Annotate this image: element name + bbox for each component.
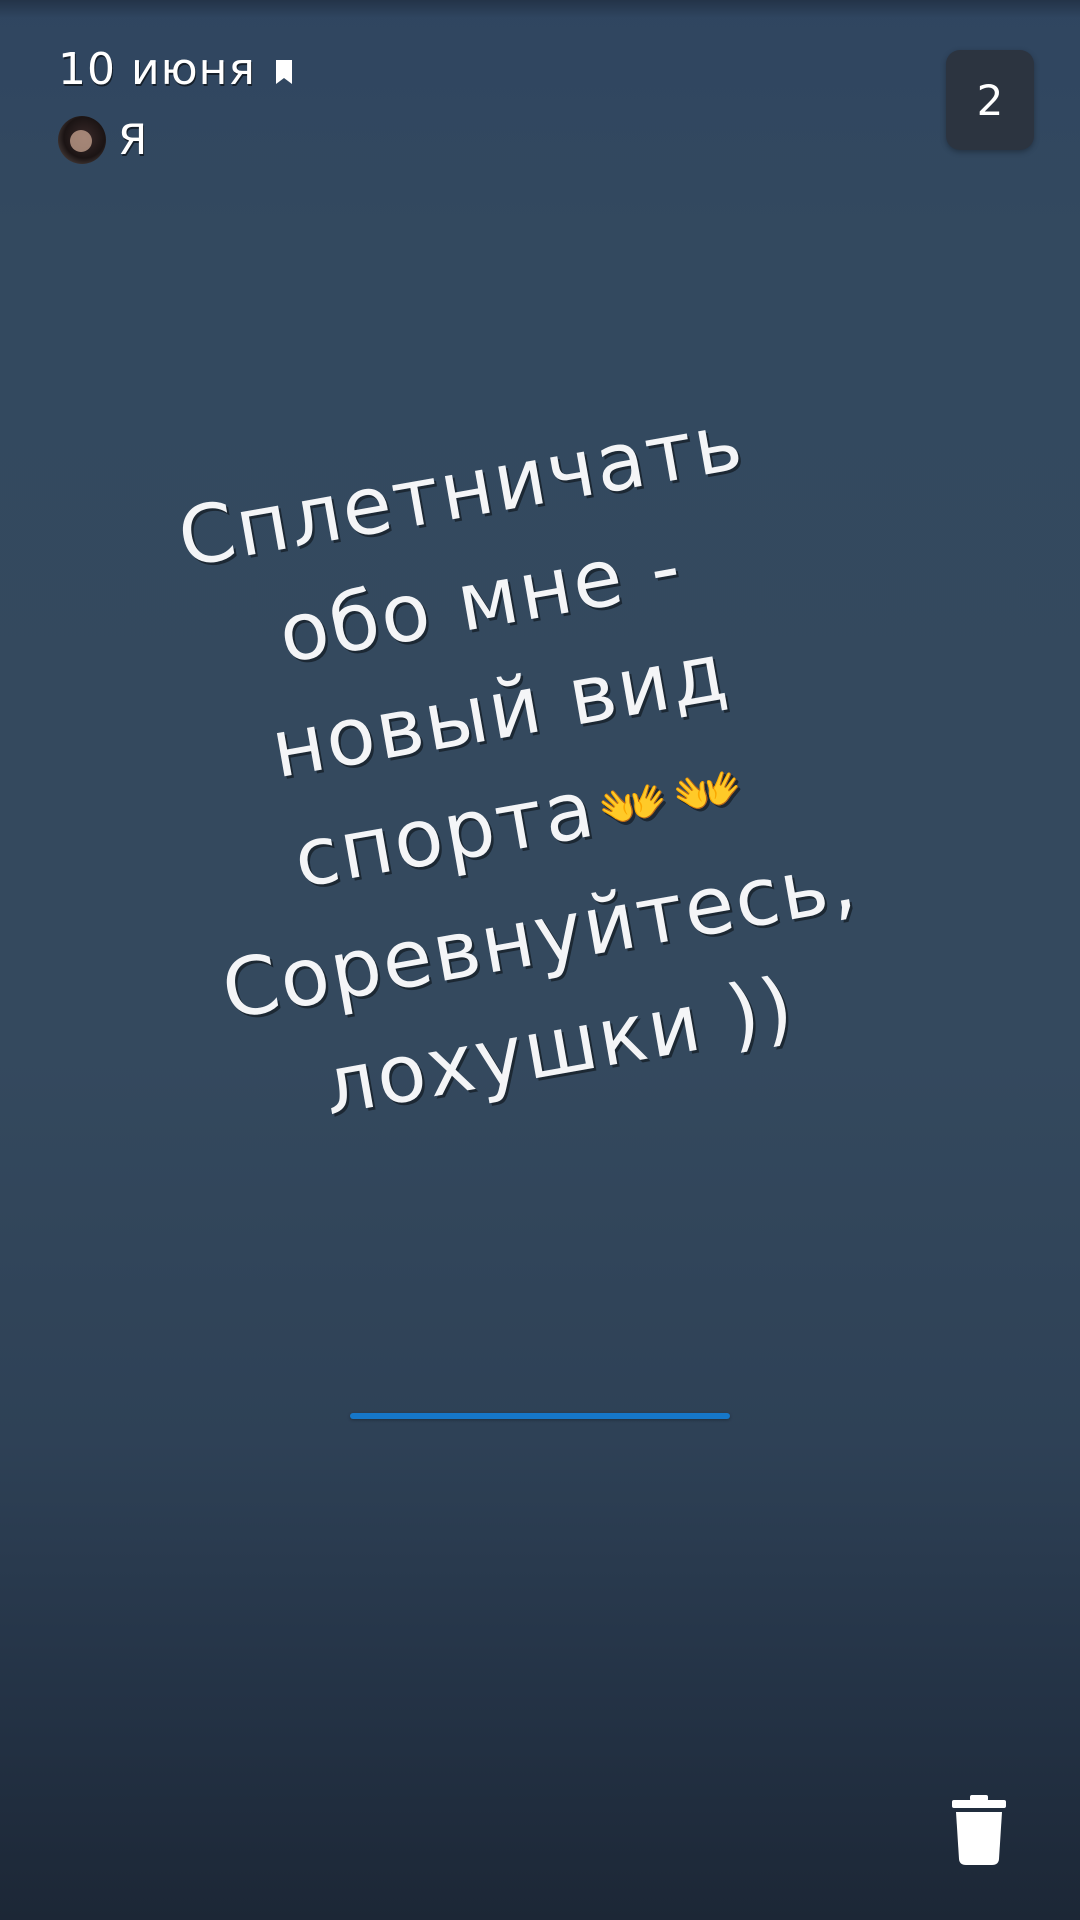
date-row: 10 июня [58,44,294,95]
story-viewer[interactable]: 10 июня Я 2 Сплетничать обо мне - новый … [0,0,1080,1920]
author-row[interactable]: Я [58,115,294,164]
story-header: 10 июня Я [58,44,294,164]
avatar[interactable] [58,115,106,164]
story-progress-indicator [350,1413,730,1419]
status-bar-shadow [0,0,1080,18]
author-name[interactable]: Я [118,115,147,164]
delete-button[interactable] [944,1790,1014,1870]
story-counter-value: 2 [976,75,1004,125]
bookmark-icon [275,59,292,84]
story-text-block: Сплетничать обо мне - новый вид спорта👐👐… [77,369,943,1168]
open-hands-emoji-icon: 👐 [667,754,750,831]
trash-icon [952,1795,1006,1865]
story-date: 10 июня [58,44,256,95]
open-hands-emoji-icon: 👐 [593,767,676,844]
story-counter-badge[interactable]: 2 [946,50,1034,150]
